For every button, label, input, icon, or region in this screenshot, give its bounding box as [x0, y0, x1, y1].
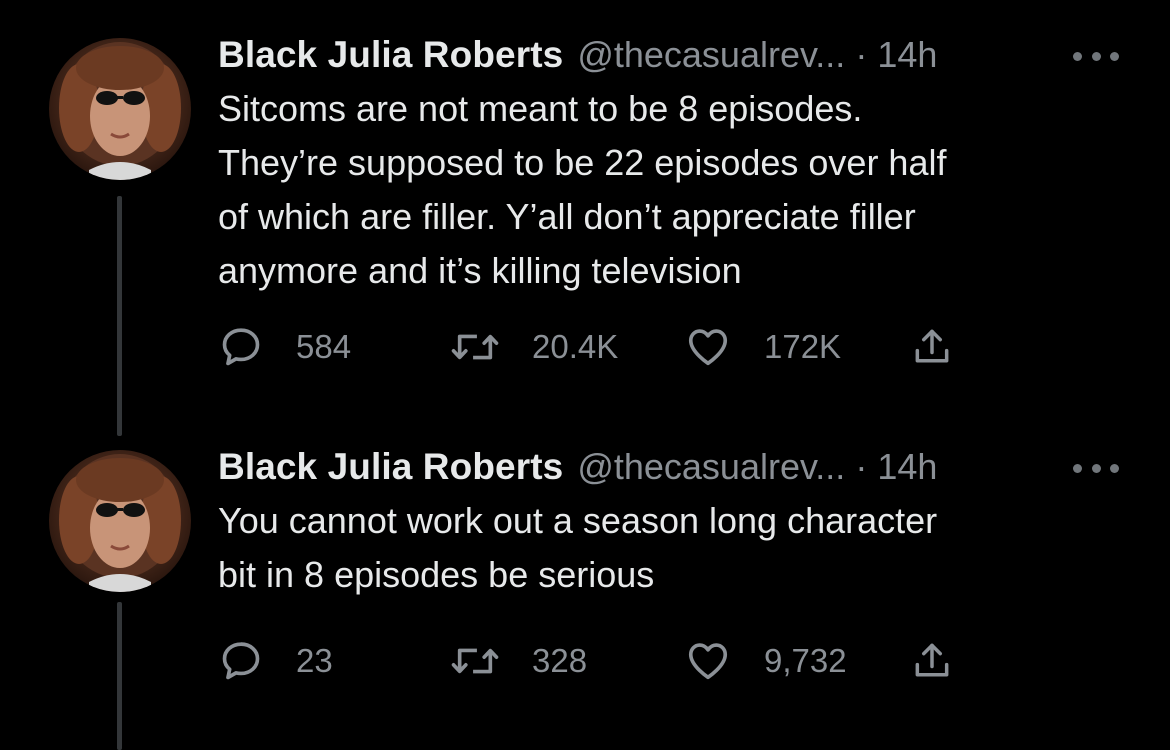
like-button[interactable]: 172K	[684, 322, 841, 372]
timestamp[interactable]: 14h	[877, 34, 937, 76]
tweet-text-line: bit in 8 episodes be serious	[218, 554, 655, 595]
retweet-icon	[451, 648, 499, 674]
heart-icon	[688, 643, 728, 680]
profile-photo-icon	[59, 454, 181, 592]
tweet-text-line: They’re supposed to be 22 episodes over …	[218, 142, 947, 183]
user-handle[interactable]: @thecasualrev...	[577, 446, 845, 488]
timestamp[interactable]: 14h	[877, 446, 937, 488]
tweet-text: Sitcoms are not meant to be 8 episodes. …	[218, 82, 1138, 298]
tweet-header: Black Julia Roberts @thecasualrev... · 1…	[218, 30, 937, 80]
avatar[interactable]	[49, 38, 191, 180]
reply-count: 23	[296, 642, 333, 679]
separator-dot: ·	[855, 34, 868, 75]
reply-icon	[222, 328, 260, 366]
reply-count: 584	[296, 328, 352, 365]
more-icon[interactable]	[1073, 460, 1119, 476]
reply-icon	[222, 642, 260, 680]
like-button[interactable]: 9,732	[684, 636, 847, 686]
retweet-button[interactable]: 20.4K	[450, 322, 618, 372]
share-icon	[915, 329, 949, 363]
display-name[interactable]: Black Julia Roberts	[218, 446, 563, 488]
retweet-count: 328	[532, 642, 588, 679]
like-count: 172K	[764, 328, 842, 365]
share-icon	[915, 643, 949, 677]
retweet-button[interactable]: 328	[450, 636, 587, 686]
tweet-text-line: You cannot work out a season long charac…	[218, 500, 938, 541]
avatar[interactable]	[49, 450, 191, 592]
reply-button[interactable]: 584	[218, 322, 351, 372]
heart-icon	[688, 329, 728, 366]
thread-line	[117, 602, 122, 750]
tweet-text-line: Sitcoms are not meant to be 8 episodes.	[218, 88, 863, 129]
share-button[interactable]	[910, 322, 954, 372]
reply-button[interactable]: 23	[218, 636, 333, 686]
tweet-text-line: anymore and it’s killing television	[218, 250, 742, 291]
tweet-text-line: of which are filler. Y’all don’t appreci…	[218, 196, 916, 237]
profile-photo-icon	[59, 42, 181, 180]
like-count: 9,732	[764, 642, 847, 679]
tweet-text: You cannot work out a season long charac…	[218, 494, 1138, 602]
retweet-icon	[451, 334, 499, 360]
tweet[interactable]: Black Julia Roberts @thecasualrev... · 1…	[0, 0, 1170, 436]
tweet[interactable]: Black Julia Roberts @thecasualrev... · 1…	[0, 412, 1170, 750]
share-button[interactable]	[910, 636, 954, 686]
user-handle[interactable]: @thecasualrev...	[577, 34, 845, 76]
retweet-count: 20.4K	[532, 328, 619, 365]
display-name[interactable]: Black Julia Roberts	[218, 34, 563, 76]
thread-line	[117, 196, 122, 436]
tweet-header: Black Julia Roberts @thecasualrev... · 1…	[218, 442, 937, 492]
separator-dot: ·	[855, 446, 868, 487]
more-icon[interactable]	[1073, 48, 1119, 64]
